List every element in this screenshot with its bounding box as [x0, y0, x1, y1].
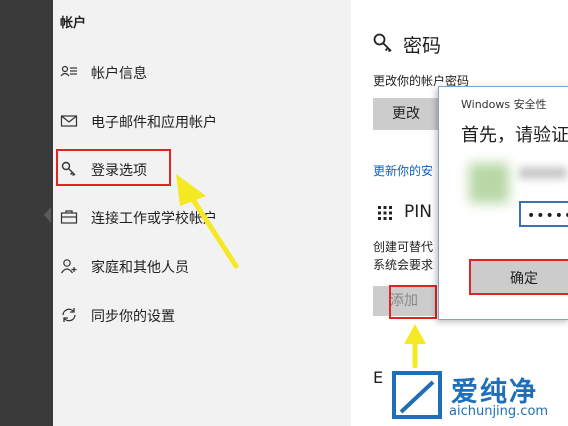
change-password-button[interactable]: 更改	[373, 98, 439, 130]
update-security-link[interactable]: 更新你的安	[373, 162, 433, 179]
dialog-title: Windows 安全性	[461, 98, 547, 111]
pin-keypad-icon	[378, 206, 392, 220]
nav-item-label: 帐户信息	[91, 66, 147, 82]
password-section-title: 密码	[403, 35, 442, 57]
account-avatar	[469, 163, 509, 203]
sync-icon	[62, 308, 76, 322]
yellow-arrow-icon	[176, 174, 239, 269]
nav-item-label: 同步你的设置	[91, 309, 175, 325]
person-add-icon	[61, 259, 77, 274]
watermark-logo: 爱纯净 aichunjing.com	[381, 366, 568, 426]
nav-item-label: 电子邮件和应用帐户	[91, 115, 217, 131]
dialog-password-input[interactable]: •••••	[519, 201, 568, 227]
person-card-icon	[60, 65, 77, 77]
nav-item-email-accounts[interactable]: 电子邮件和应用帐户	[53, 108, 343, 134]
back-chevron-icon[interactable]	[44, 207, 51, 223]
pin-description-line2: 系统会要求	[373, 258, 434, 272]
nav-title: 帐户	[60, 16, 87, 31]
highlight-box-sign-in	[56, 149, 171, 186]
windows-security-dialog: Windows 安全性 首先，请验证 ••••• 确定	[438, 86, 568, 320]
pin-section-title: PIN	[404, 202, 432, 222]
password-key-icon	[373, 33, 392, 53]
mail-icon	[60, 115, 78, 127]
watermark-url: aichunjing.com	[449, 404, 549, 419]
highlight-box-add	[389, 285, 437, 319]
watermark-emblem-icon	[392, 371, 442, 419]
left-edge-strip	[0, 0, 53, 426]
nav-item-sync[interactable]: 同步你的设置	[53, 302, 343, 328]
nav-item-account-info[interactable]: 帐户信息	[53, 59, 343, 85]
account-name-blurred	[519, 167, 567, 179]
pin-description-line1: 创建可替代	[373, 240, 434, 254]
dialog-ok-button[interactable]: 确定	[469, 259, 568, 295]
briefcase-icon	[60, 210, 78, 224]
dialog-heading: 首先，请验证	[461, 125, 568, 146]
yellow-arrow-up-icon	[404, 324, 426, 368]
